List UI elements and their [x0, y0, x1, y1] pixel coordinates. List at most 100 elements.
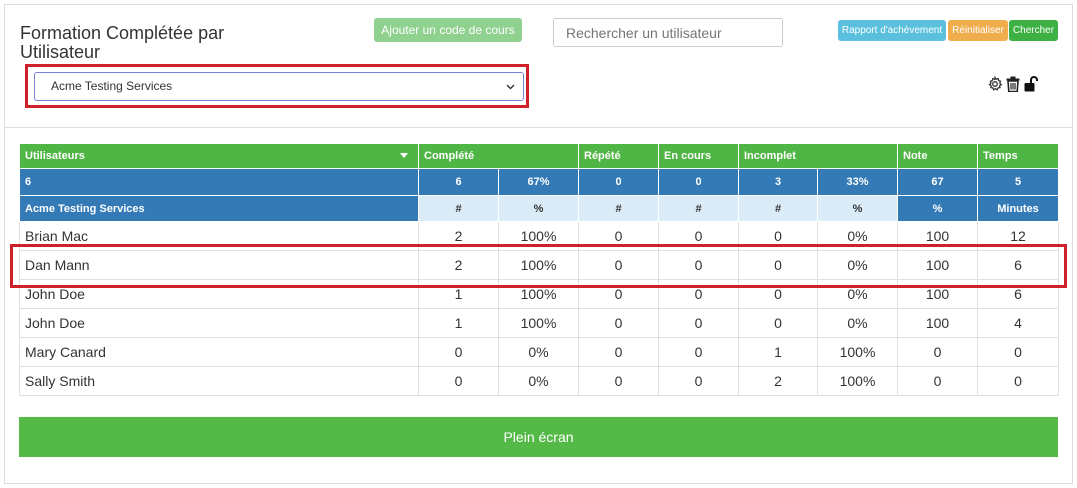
table-cell: 100%: [498, 279, 579, 309]
user-name-cell: Sally Smith: [19, 366, 419, 396]
column-header-incomplete: Incomplet: [737, 143, 899, 169]
subheader-cell: #: [658, 195, 739, 222]
table-body: Brian Mac 2 100% 0 0 0 0% 100 12 Dan Mann 2 100% 0 0 0…: [19, 221, 1060, 396]
organization-select[interactable]: Acme Testing Services: [34, 72, 524, 101]
table-cell: 1: [738, 337, 818, 367]
trash-icon[interactable]: [1005, 75, 1021, 93]
table-cell: 100: [897, 250, 979, 280]
table-cell: 0: [897, 366, 979, 396]
subheader-cell: #: [578, 195, 659, 222]
table-header-row: Utilisateurs Complété Répété En cours In…: [19, 143, 1060, 169]
table-cell: 0: [738, 250, 818, 280]
gear-icon[interactable]: [987, 75, 1003, 93]
table-cell: 6: [977, 250, 1060, 280]
reset-button[interactable]: Réinitialiser: [948, 20, 1008, 41]
table-cell: 2: [738, 366, 818, 396]
header-divider: [4, 127, 1073, 128]
subheader-cell: %: [498, 195, 579, 222]
subheader-cell: #: [418, 195, 499, 222]
table-cell: 100%: [816, 337, 899, 367]
user-name-cell: Dan Mann: [19, 250, 419, 280]
table-cell: 0%: [816, 221, 899, 251]
user-name-cell: Mary Canard: [19, 337, 419, 367]
table-cell: 2: [418, 250, 499, 280]
chevron-down-icon: [505, 73, 515, 100]
completion-table: Utilisateurs Complété Répété En cours In…: [19, 143, 1060, 396]
table-cell: 0%: [498, 337, 579, 367]
subheader-cell: Minutes: [977, 195, 1060, 222]
table-cell: 100%: [816, 366, 899, 396]
table-cell: 0: [578, 337, 659, 367]
totals-cell: 33%: [816, 168, 899, 196]
table-cell: 0: [738, 221, 818, 251]
table-cell: 0: [977, 366, 1060, 396]
table-cell: 12: [977, 221, 1060, 251]
column-header-time: Temps: [977, 143, 1060, 169]
page-title: Formation Complétée par Utilisateur: [20, 23, 225, 62]
column-header-repeated: Répété: [578, 143, 659, 169]
subheader-organization: Acme Testing Services: [19, 195, 419, 222]
table-row[interactable]: Mary Canard 0 0% 0 0 1 100% 0 0: [19, 337, 1060, 367]
column-header-score: Note: [897, 143, 979, 169]
table-cell: 100%: [498, 221, 579, 251]
table-row[interactable]: John Doe 1 100% 0 0 0 0% 100 6: [19, 279, 1060, 309]
subheader-row: Acme Testing Services # % # # # % % Minu…: [19, 195, 1060, 222]
totals-cell: 6: [418, 168, 499, 196]
subheader-cell: %: [816, 195, 899, 222]
user-name-cell: John Doe: [19, 308, 419, 338]
table-cell: 1: [418, 308, 499, 338]
caret-down-icon[interactable]: [400, 153, 408, 158]
table-cell: 0: [738, 279, 818, 309]
table-row[interactable]: John Doe 1 100% 0 0 0 0% 100 4: [19, 308, 1060, 338]
totals-cell: 67: [897, 168, 979, 196]
totals-cell: 3: [738, 168, 818, 196]
user-search-input[interactable]: [553, 18, 783, 47]
table-cell: 1: [418, 279, 499, 309]
column-header-completed: Complété: [418, 143, 579, 169]
table-cell: 100: [897, 221, 979, 251]
table-cell: 0: [658, 279, 739, 309]
table-cell: 0%: [498, 366, 579, 396]
table-cell: 0: [658, 308, 739, 338]
totals-cell: 0: [658, 168, 739, 196]
fullscreen-button[interactable]: Plein écran: [19, 417, 1058, 457]
table-cell: 100%: [498, 250, 579, 280]
table-cell: 0: [658, 250, 739, 280]
table-cell: 6: [977, 279, 1060, 309]
table-cell: 0: [578, 308, 659, 338]
totals-row: 6 6 67% 0 0 3 33% 67 5: [19, 168, 1060, 196]
add-course-code-button[interactable]: Ajouter un code de cours: [374, 18, 522, 42]
table-cell: 0: [578, 279, 659, 309]
table-cell: 100: [897, 279, 979, 309]
table-cell: 0: [578, 366, 659, 396]
toolbar-icons: [987, 75, 1039, 93]
unlock-icon[interactable]: [1023, 75, 1039, 93]
table-cell: 0: [578, 221, 659, 251]
table-cell: 100%: [498, 308, 579, 338]
table-cell: 0: [578, 250, 659, 280]
table-cell: 0: [658, 221, 739, 251]
column-header-users-label: Utilisateurs: [25, 150, 85, 162]
table-cell: 0%: [816, 250, 899, 280]
column-header-users[interactable]: Utilisateurs: [19, 143, 419, 169]
table-cell: 0: [418, 366, 499, 396]
totals-cell: 67%: [498, 168, 579, 196]
table-cell: 0: [658, 337, 739, 367]
table-cell: 0: [658, 366, 739, 396]
totals-cell: 5: [977, 168, 1060, 196]
table-cell: 0: [897, 337, 979, 367]
table-row[interactable]: Brian Mac 2 100% 0 0 0 0% 100 12: [19, 221, 1060, 251]
user-name-cell: Brian Mac: [19, 221, 419, 251]
table-cell: 0: [738, 308, 818, 338]
table-cell: 0: [418, 337, 499, 367]
table-cell: 0%: [816, 308, 899, 338]
totals-cell: 6: [19, 168, 419, 196]
totals-cell: 0: [578, 168, 659, 196]
table-row[interactable]: Sally Smith 0 0% 0 0 2 100% 0 0: [19, 366, 1060, 396]
table-cell: 0%: [816, 279, 899, 309]
table-cell: 2: [418, 221, 499, 251]
completion-report-button[interactable]: Rapport d'achèvement: [838, 20, 946, 41]
search-button[interactable]: Chercher: [1009, 20, 1058, 41]
column-header-in-progress: En cours: [658, 143, 739, 169]
table-row[interactable]: Dan Mann 2 100% 0 0 0 0% 100 6: [19, 250, 1060, 280]
